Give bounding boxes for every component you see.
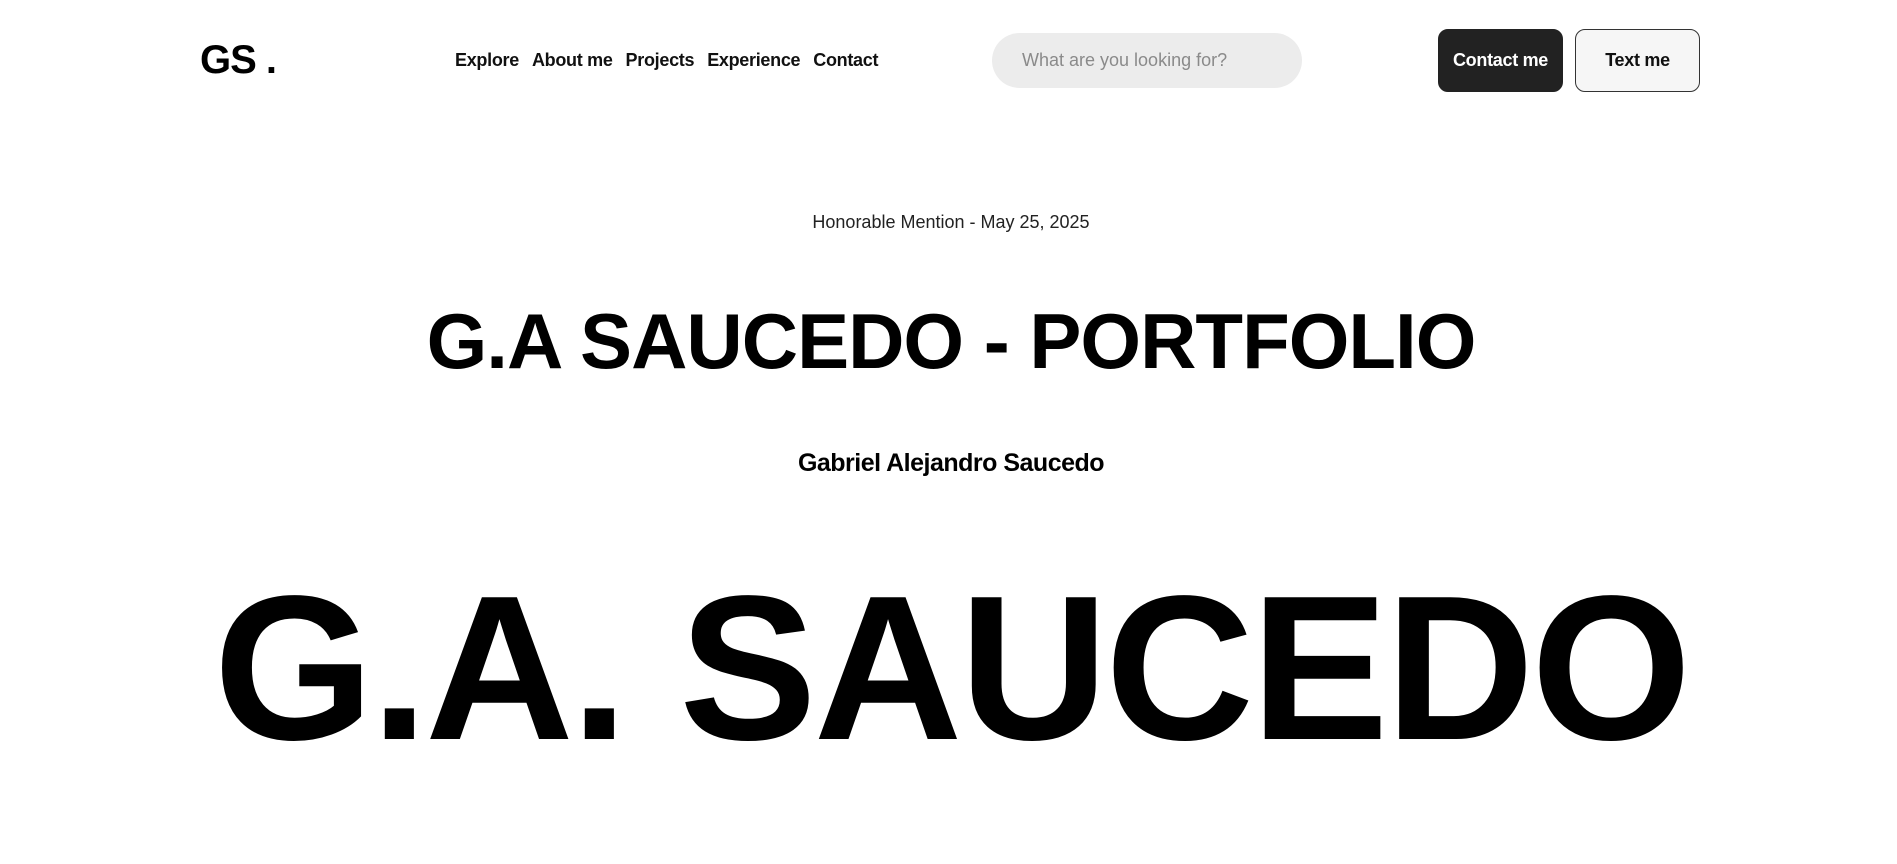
site-header: GS . Explore About me Projects Experienc… bbox=[0, 0, 1897, 122]
nav-link-about-me[interactable]: About me bbox=[532, 48, 613, 72]
page-title: G.A SAUCEDO - PORTFOLIO bbox=[426, 297, 1477, 385]
award-meta: Honorable Mention - May 25, 2025 bbox=[812, 212, 1090, 232]
nav-link-explore[interactable]: Explore bbox=[455, 48, 519, 72]
site-logo[interactable]: GS . bbox=[200, 36, 277, 84]
contact-me-button[interactable]: Contact me bbox=[1438, 29, 1563, 92]
nav-link-experience[interactable]: Experience bbox=[707, 48, 800, 72]
nav-link-projects[interactable]: Projects bbox=[626, 48, 695, 72]
nav-link-contact[interactable]: Contact bbox=[813, 48, 878, 72]
text-me-button[interactable]: Text me bbox=[1575, 29, 1700, 92]
search-input[interactable] bbox=[992, 33, 1302, 88]
author-name: Gabriel Alejandro Saucedo bbox=[797, 449, 1105, 477]
hero-wordmark: G.A. SAUCEDO bbox=[213, 553, 1692, 783]
page: GS . Explore About me Projects Experienc… bbox=[0, 0, 1897, 864]
main-nav: Explore About me Projects Experience Con… bbox=[455, 48, 878, 72]
